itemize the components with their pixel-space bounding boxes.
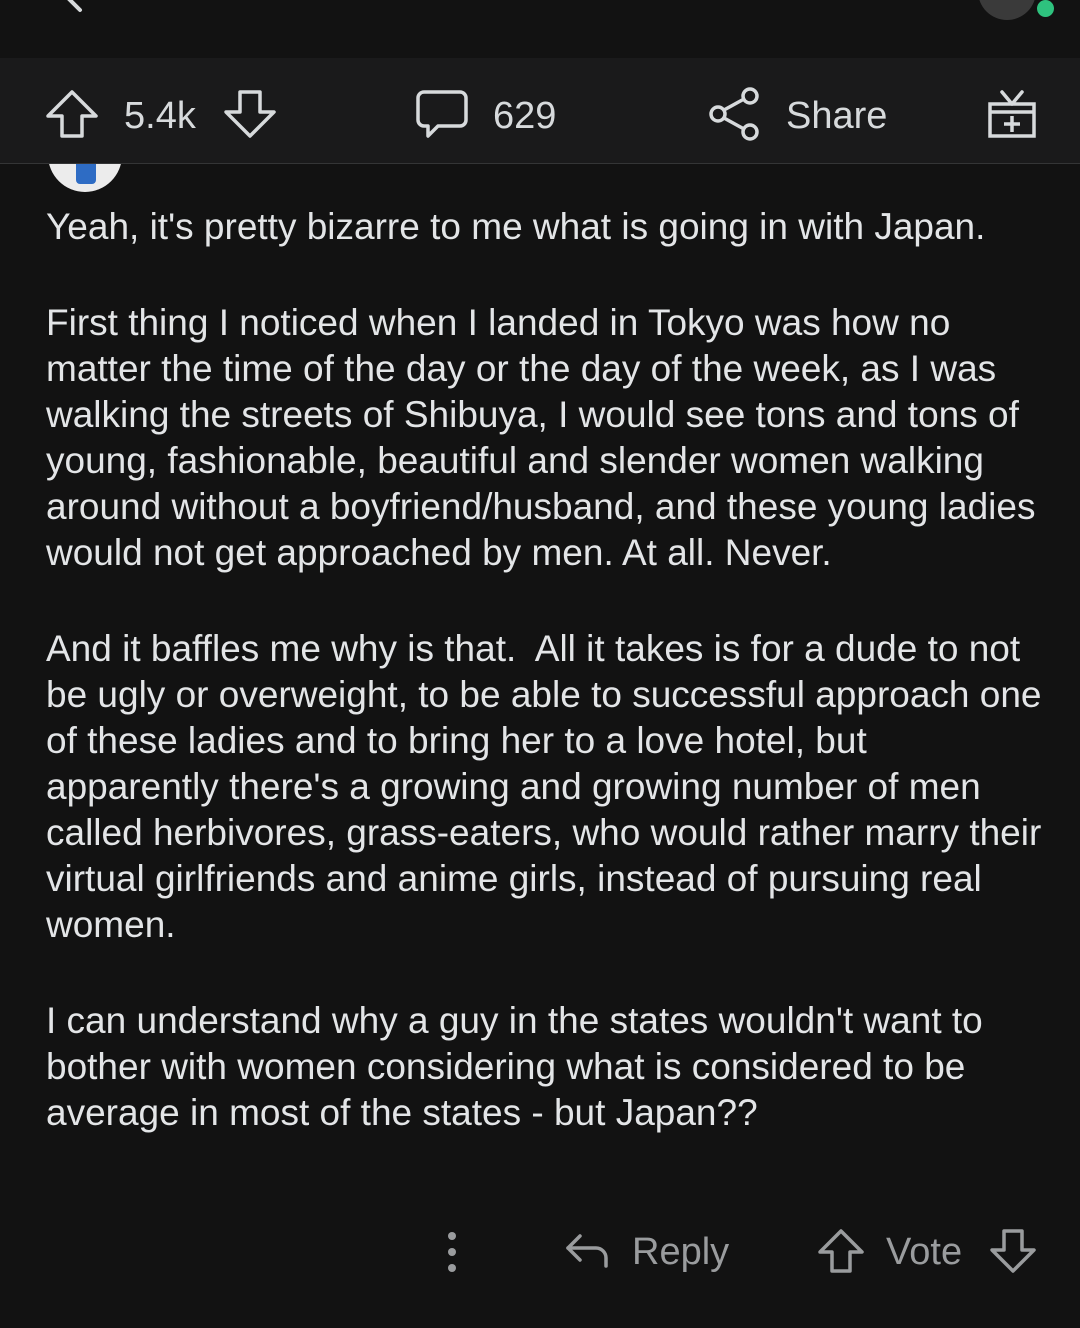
comment-actions: Reply Vote [0, 1222, 1080, 1282]
reply-button[interactable]: Reply [632, 1226, 729, 1278]
online-status-dot [1037, 0, 1054, 17]
award-icon[interactable] [984, 86, 1040, 142]
upvote-count: 5.4k [124, 95, 196, 137]
upvote-icon[interactable] [816, 1226, 866, 1276]
reply-icon[interactable] [562, 1226, 612, 1276]
comment-author-avatar[interactable] [48, 164, 122, 192]
comment-paragraph: I can understand why a guy in the states… [46, 1000, 994, 1133]
upvote-icon[interactable] [44, 86, 100, 142]
comment-paragraph: First thing I noticed when I landed in T… [46, 302, 1046, 573]
top-header [0, 0, 1080, 59]
comment-icon[interactable] [414, 86, 470, 142]
downvote-icon[interactable] [222, 86, 278, 142]
downvote-icon[interactable] [988, 1226, 1038, 1276]
post-action-bar: 5.4k 629 Share [0, 58, 1080, 164]
comment-paragraph: Yeah, it's pretty bizarre to me what is … [46, 206, 986, 247]
post-detail-page: 5.4k 629 Share Yeah, it's pretty bizarre… [0, 0, 1080, 1328]
share-button[interactable]: Share [786, 90, 887, 142]
comment-count: 629 [493, 95, 557, 137]
user-avatar[interactable] [978, 0, 1036, 20]
comment-body: Yeah, it's pretty bizarre to me what is … [46, 204, 1046, 1186]
comment-area: Yeah, it's pretty bizarre to me what is … [0, 164, 1080, 1328]
more-icon[interactable] [444, 1228, 460, 1276]
back-arrow-icon[interactable] [56, 0, 92, 14]
vote-label: Vote [886, 1231, 963, 1273]
avatar-figure [76, 164, 96, 184]
comment-paragraph: And it baffles me why is that. All it ta… [46, 628, 1052, 945]
share-icon[interactable] [706, 86, 762, 142]
